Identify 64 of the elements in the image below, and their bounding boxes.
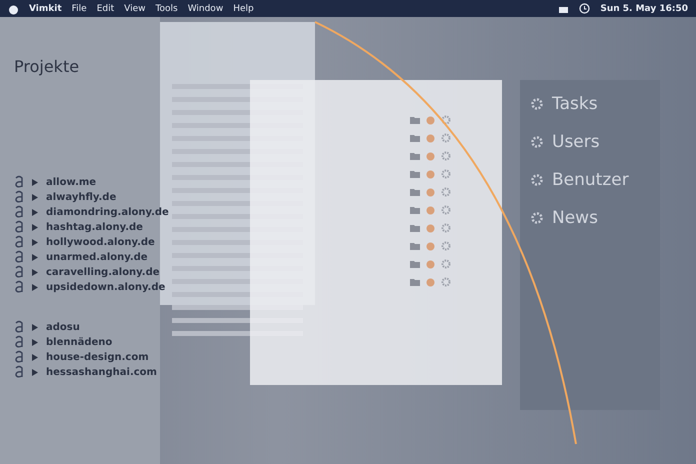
site-icon <box>14 365 24 379</box>
caret-icon[interactable] <box>32 194 38 200</box>
caret-icon[interactable] <box>32 254 38 260</box>
project-item[interactable]: house-design.com <box>46 352 149 362</box>
project-item[interactable]: adosu <box>46 322 80 332</box>
circle-icon <box>426 278 435 286</box>
clock-icon[interactable] <box>579 3 590 14</box>
site-icon <box>14 265 24 279</box>
caret-icon[interactable] <box>32 178 38 186</box>
menu-clock[interactable]: Sun 5. May 16:50 <box>600 4 688 14</box>
caret-icon[interactable] <box>32 338 38 346</box>
circle-icon <box>426 116 435 124</box>
project-item[interactable]: blennädeno <box>46 336 112 348</box>
project-item[interactable]: upsidedown.alony.de <box>46 282 166 292</box>
project-item[interactable]: hollywood.alony.de <box>46 236 155 248</box>
circle-icon <box>426 170 435 178</box>
gear-icon <box>530 173 544 187</box>
site-icon <box>14 280 24 294</box>
circle-icon <box>426 260 435 268</box>
project-item[interactable]: hessashanghai.com <box>46 366 157 378</box>
circle-icon <box>426 206 435 214</box>
caret-icon[interactable] <box>32 354 38 360</box>
menu-item[interactable]: Vimkit <box>29 4 62 14</box>
site-icon <box>14 250 24 264</box>
caret-icon[interactable] <box>32 368 38 376</box>
gear-icon <box>530 135 544 149</box>
menu-item[interactable]: Window <box>188 4 224 14</box>
menu-item[interactable]: View <box>124 4 146 14</box>
project-item[interactable]: caravelling.alony.de <box>46 266 160 278</box>
circle-icon <box>426 242 435 250</box>
gear-icon <box>530 97 544 111</box>
site-icon <box>14 335 24 349</box>
project-item[interactable]: diamondring.alony.de <box>46 206 169 218</box>
site-icon <box>14 320 24 334</box>
menu-item[interactable]: Help <box>233 4 254 14</box>
panel-item[interactable]: Tasks <box>552 94 598 114</box>
caret-icon[interactable] <box>32 268 38 276</box>
project-item[interactable]: alwayhfly.de <box>46 192 116 202</box>
site-icon <box>14 190 24 204</box>
circle-icon <box>426 188 435 196</box>
panel-item[interactable]: Users <box>552 132 600 152</box>
site-icon <box>14 175 24 189</box>
caret-icon[interactable] <box>32 208 38 216</box>
menu-item[interactable]: Edit <box>96 4 114 14</box>
caret-icon[interactable] <box>32 324 38 330</box>
circle-icon <box>426 224 435 232</box>
circle-icon <box>426 134 435 142</box>
site-icon <box>14 350 24 364</box>
caret-icon[interactable] <box>32 224 38 230</box>
project-item[interactable]: allow.me <box>46 176 96 188</box>
menu-item[interactable]: Tools <box>156 4 178 14</box>
gear-icon <box>530 211 544 225</box>
panel-item[interactable]: Benutzer <box>552 170 629 190</box>
caret-icon[interactable] <box>32 284 38 290</box>
circle-icon <box>426 152 435 160</box>
site-icon <box>14 205 24 219</box>
site-icon <box>14 220 24 234</box>
sidebar-heading: Projekte <box>14 57 80 76</box>
site-icon <box>14 235 24 249</box>
caret-icon[interactable] <box>32 238 38 246</box>
project-item[interactable]: hashtag.alony.de <box>46 222 143 232</box>
panel-item[interactable]: News <box>552 208 598 228</box>
menu-item[interactable]: File <box>72 4 87 14</box>
project-item[interactable]: unarmed.alony.de <box>46 252 148 262</box>
